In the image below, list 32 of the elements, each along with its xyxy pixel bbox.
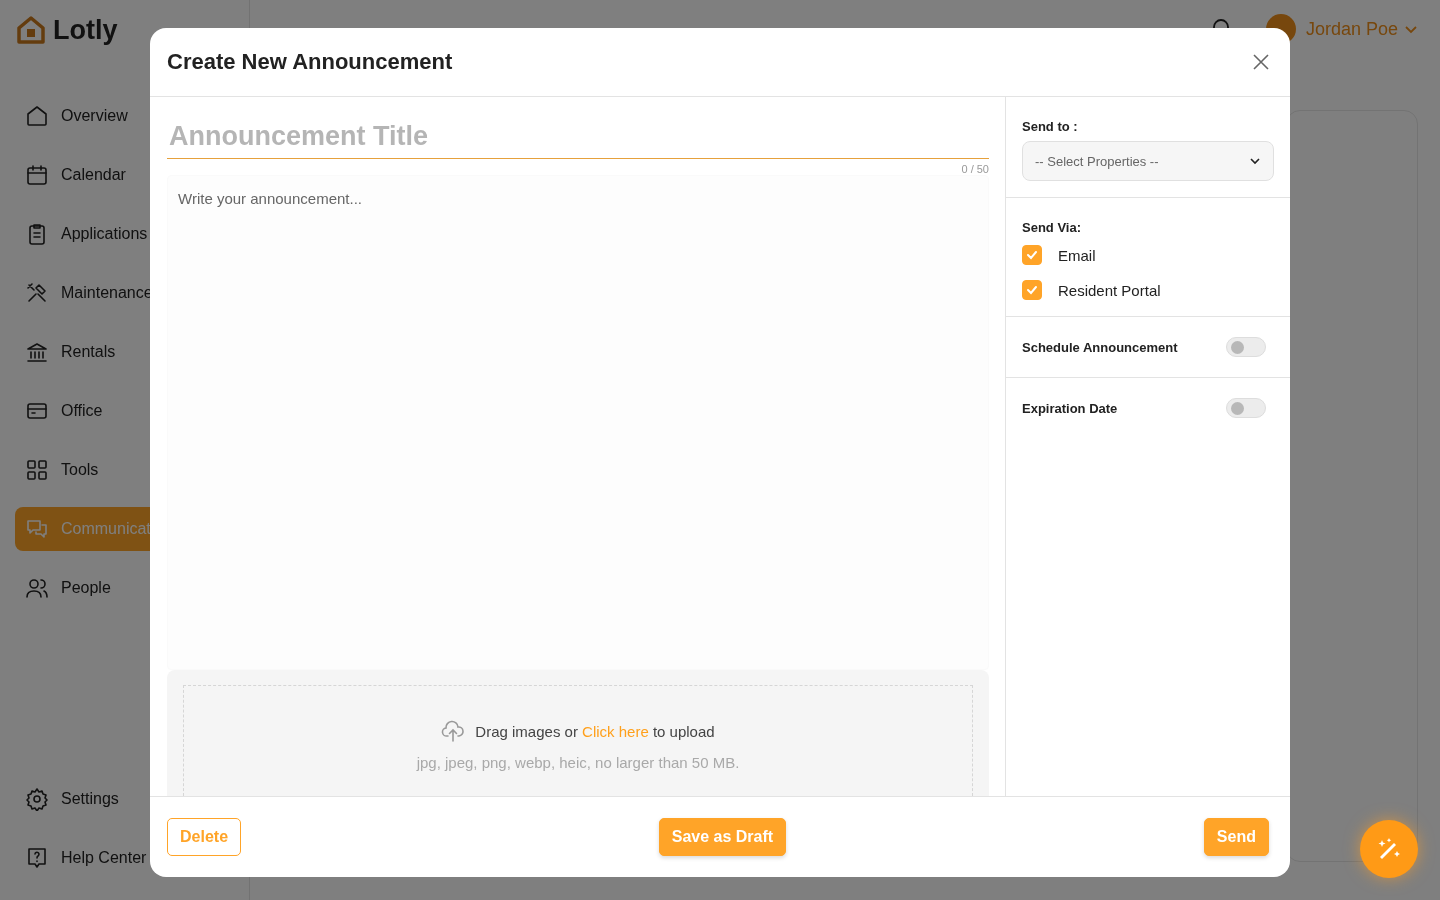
- character-counter: 0 / 50: [961, 163, 989, 175]
- nav-icon: [25, 846, 49, 870]
- message-field[interactable]: Write your announcement...: [167, 175, 989, 670]
- toggle-label: Schedule Announcement: [1022, 339, 1178, 355]
- checkbox[interactable]: [1022, 245, 1042, 265]
- nav-icon: [25, 458, 49, 482]
- toggle-switch[interactable]: [1226, 337, 1266, 357]
- nav-icon: [25, 787, 49, 811]
- checkmark-icon: [1026, 249, 1038, 261]
- checkbox[interactable]: [1022, 280, 1042, 300]
- house-logo-icon: [15, 14, 47, 46]
- checkmark-icon: [1026, 284, 1038, 296]
- chevron-down-icon: [1249, 155, 1261, 167]
- toggle-switch[interactable]: [1226, 398, 1266, 418]
- nav-icon: [25, 576, 49, 600]
- checkbox-label: Resident Portal: [1058, 281, 1161, 299]
- properties-dropdown[interactable]: -- Select Properties --: [1022, 141, 1274, 181]
- file-type-hint: jpg, jpeg, png, webp, heic, no larger than 50 MB.: [416, 754, 740, 771]
- cloud-upload-icon: [441, 720, 466, 742]
- send-to-label: Send to :: [1022, 119, 1079, 134]
- nav-icon: [25, 104, 49, 128]
- nav-icon: [25, 517, 49, 541]
- nav-icon: [25, 340, 49, 364]
- send-via-label: Send Via:: [1022, 220, 1082, 235]
- toggle-label: Expiration Date: [1022, 400, 1118, 416]
- modal-title: Create New Announcement: [167, 49, 453, 75]
- sidebar-item[interactable]: Settings: [15, 777, 249, 821]
- nav-icon: [25, 163, 49, 187]
- nav-icon: [25, 281, 49, 305]
- checkbox-label: Email: [1058, 246, 1096, 264]
- logo-text: Lotly: [53, 14, 118, 46]
- upload-instructions: Drag images or Click here to upload: [475, 722, 715, 740]
